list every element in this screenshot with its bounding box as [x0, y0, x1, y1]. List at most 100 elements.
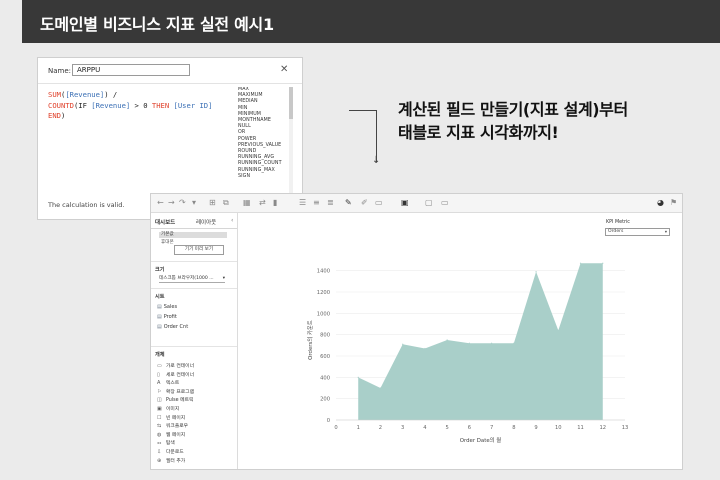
sheet-label: Profit: [163, 314, 177, 320]
divider: [151, 346, 237, 347]
toolbar: ← → ↷ ▾ ⊞ ⧉ ▦ ⇄ ▮ ☰ ≡ ≣ ✎ ✐ ▭ ▣ ▢ ▭ ◕ ⚑: [151, 194, 682, 213]
label-icon[interactable]: ✐: [361, 198, 368, 208]
object-item[interactable]: ⇩ 다운로드: [157, 449, 184, 456]
x-tick-label: 9: [534, 425, 537, 431]
kpi-parameter-dropdown[interactable]: Orders ▾: [605, 228, 670, 236]
area-chart: 02004006008001000120014000 1 2 3 4 5 6 7 8 9 10 11 1…: [306, 262, 629, 444]
object-item[interactable]: ▭ 가로 컨테이너: [157, 363, 194, 370]
object-icon: ⚏: [157, 440, 162, 447]
sheet-item[interactable]: ▤ Sales: [157, 304, 177, 310]
data-point: [579, 262, 582, 264]
function-item[interactable]: SIGN: [238, 174, 294, 180]
arrow-down-icon: ↓: [372, 155, 381, 166]
y-tick-label: 800: [320, 333, 330, 339]
x-tick-label: 13: [622, 425, 629, 431]
object-item[interactable]: ⚏ 탐색: [157, 440, 175, 447]
object-label: 웹 페이지: [166, 432, 186, 438]
sort-desc-icon[interactable]: ≡: [313, 198, 320, 208]
device-default[interactable]: 기본값: [159, 232, 227, 238]
object-icon: ▯: [157, 371, 160, 378]
object-icon: ⚐: [157, 388, 162, 395]
x-tick-label: 1: [357, 425, 360, 431]
calc-name-row: Name: ARPPU ✕: [38, 58, 302, 84]
device-preview-button[interactable]: 기기 미리 보기: [174, 245, 224, 255]
size-section-title: 크기: [155, 267, 165, 273]
function-list[interactable]: MAX MAXIMUM MEDIAN MIN MINIMUM MONTHNAME NULL O…: [238, 87, 294, 195]
fit-icon[interactable]: ▭: [375, 198, 383, 208]
object-icon: ▭: [157, 363, 162, 369]
object-item[interactable]: A 텍스트: [157, 380, 179, 387]
object-item[interactable]: ⚐ 확장 프로그램: [157, 389, 194, 396]
object-item[interactable]: ☐ 빈 페이지: [157, 415, 185, 422]
back-icon[interactable]: ←: [157, 198, 164, 208]
calc-name-input[interactable]: ARPPU: [72, 64, 190, 76]
object-label: 이미지: [166, 407, 180, 412]
sheet-item[interactable]: ▤ Order Cnt: [157, 324, 188, 330]
object-icon: ⇆: [157, 423, 162, 430]
x-tick-label: 2: [379, 425, 382, 431]
dashboard-sidebar: 대시보드 레이아웃 ‹ 기본값 휴대폰 기기 미리 보기 크기 데스크톱 브라우…: [151, 213, 238, 469]
y-tick-label: 200: [320, 397, 330, 403]
comment-icon[interactable]: ▢: [425, 198, 433, 208]
sheet-label: Order Cnt: [163, 324, 189, 330]
headline-line: 태블로 지표 시각화까지!: [398, 123, 559, 142]
pin-icon[interactable]: ⚑: [670, 198, 677, 208]
x-tick-label: 5: [445, 425, 448, 431]
object-item[interactable]: ◍ 웹 페이지: [157, 432, 185, 439]
calc-status: The calculation is valid.: [48, 201, 125, 209]
y-tick-label: 400: [320, 375, 330, 381]
formula-editor[interactable]: SUM([Revenue]) / COUNTD(IF [Revenue] > 0…: [48, 90, 228, 122]
collapse-icon[interactable]: ‹: [231, 217, 233, 224]
object-item[interactable]: ⇆ 워크플로우: [157, 423, 188, 430]
tab-layout[interactable]: 레이아웃: [196, 218, 216, 226]
object-label: Pulse 메트릭: [166, 398, 194, 404]
object-icon: ⊕: [157, 457, 162, 464]
x-tick-label: 7: [490, 425, 493, 431]
code-keyword: THEN: [151, 100, 170, 110]
presentation-icon[interactable]: ▣: [401, 198, 409, 208]
kpi-parameter-label: KPI Metric: [606, 220, 630, 225]
x-tick-label: 4: [423, 425, 427, 431]
headline-line: 계산된 필드 만들기(지표 설계)부터: [398, 100, 628, 119]
sort-asc-icon[interactable]: ☰: [299, 198, 306, 208]
x-tick-label: 0: [334, 425, 337, 431]
x-tick-label: 3: [401, 425, 404, 431]
size-dropdown-value: 데스크톱 브라우저(1000 ...: [159, 276, 214, 281]
close-icon[interactable]: ✕: [280, 64, 288, 75]
object-label: 탐색: [166, 441, 175, 447]
object-icon: A: [157, 380, 161, 387]
duplicate-icon[interactable]: ⧉: [223, 198, 229, 208]
highlight-icon[interactable]: ✎: [345, 198, 352, 208]
divider: [151, 228, 237, 229]
forward-icon[interactable]: →: [168, 198, 175, 208]
sheet-icon: ▤: [157, 314, 162, 320]
object-icon: ▣: [157, 406, 162, 412]
data-point: [357, 376, 359, 378]
sheets-section-title: 시트: [155, 294, 165, 300]
object-label: 필터 추가: [166, 458, 186, 464]
object-label: 확장 프로그램: [166, 389, 195, 395]
swap-icon[interactable]: ⇄: [259, 198, 266, 208]
object-item[interactable]: ▣ 이미지: [157, 406, 179, 413]
object-item[interactable]: ▯ 세로 컨테이너: [157, 372, 194, 379]
tableau-window: ← → ↷ ▾ ⊞ ⧉ ▦ ⇄ ▮ ☰ ≡ ≣ ✎ ✐ ▭ ▣ ▢ ▭ ◕ ⚑ …: [150, 193, 683, 470]
pause-icon[interactable]: ▮: [273, 198, 277, 208]
sheet-item[interactable]: ▤ Profit: [157, 314, 177, 320]
calc-name-label: Name:: [48, 67, 72, 75]
function-list-scrollbar[interactable]: [289, 87, 293, 195]
size-dropdown[interactable]: 데스크톱 브라우저(1000 ... ▾: [159, 275, 225, 283]
sort-icon[interactable]: ≣: [327, 198, 334, 208]
new-sheet-icon[interactable]: ⊞: [209, 198, 216, 208]
device-phone[interactable]: 휴대폰: [161, 239, 174, 245]
headline: 계산된 필드 만들기(지표 설계)부터 태블로 지표 시각화까지!: [398, 98, 628, 144]
object-item[interactable]: ⊕ 필터 추가: [157, 458, 185, 465]
tab-dashboard[interactable]: 대시보드: [155, 218, 175, 226]
scrollbar-thumb[interactable]: [289, 87, 293, 119]
code-text: > 0: [130, 100, 152, 110]
data-point: [491, 342, 493, 344]
redo-icon[interactable]: ↷: [179, 198, 186, 208]
show-me-icon[interactable]: ▦: [243, 198, 251, 208]
share-icon[interactable]: ▭: [441, 198, 449, 208]
object-item[interactable]: ◫ Pulse 메트릭: [157, 397, 193, 404]
dropdown-icon[interactable]: ▾: [192, 198, 196, 208]
